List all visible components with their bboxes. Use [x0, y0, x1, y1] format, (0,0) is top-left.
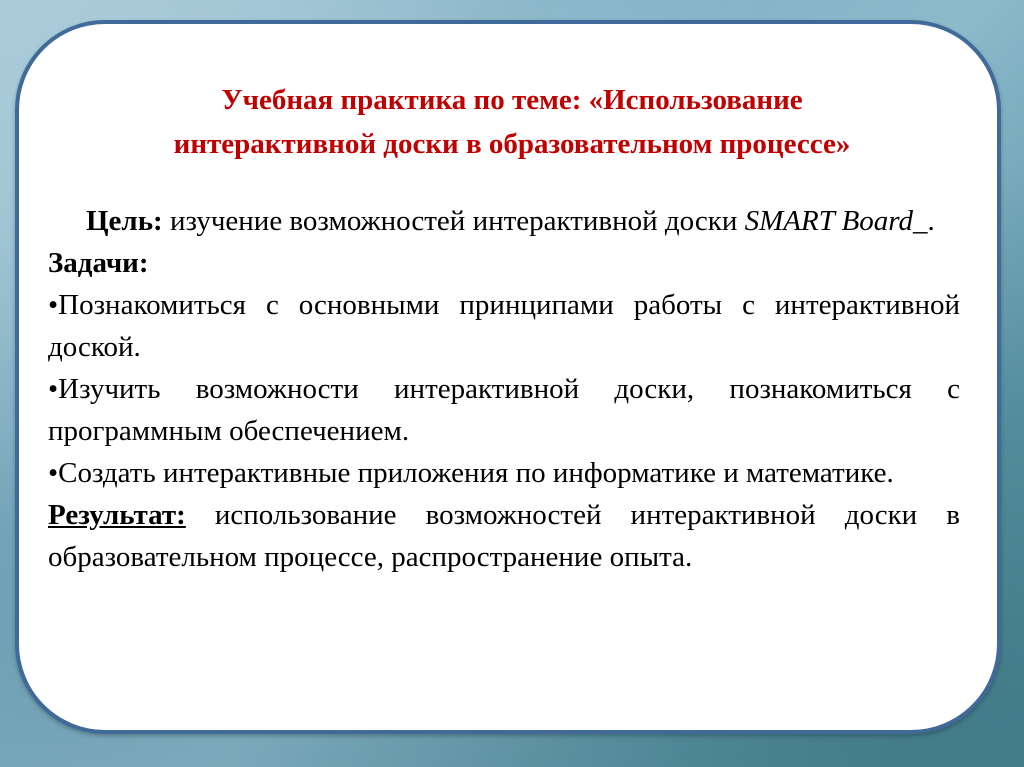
slide-title: Учебная практика по теме: «Использование… [60, 78, 964, 166]
goal-end: . [927, 205, 935, 237]
result-label: Результат: [48, 499, 186, 531]
bullet-icon: • [48, 457, 59, 489]
title-line-2: интерактивной доски в образовательном пр… [173, 128, 851, 160]
tasks-heading: Задачи: [48, 242, 960, 284]
task-item: •Изучить возможности интерактивной доски… [48, 368, 960, 452]
goal-paragraph: Цель: изучение возможностей интерактивно… [48, 200, 960, 242]
goal-label: Цель: [86, 205, 163, 237]
title-line-1: Учебная практика по теме: «Использование [221, 84, 803, 116]
tasks-label: Задачи: [48, 247, 149, 279]
bullet-icon: • [48, 289, 59, 321]
result-text: использование возможностей интерактивной… [48, 499, 960, 573]
task-item: •Познакомиться с основными принципами ра… [48, 284, 960, 368]
task-text: Познакомиться с основными принципами раб… [48, 289, 960, 363]
bullet-icon: • [48, 373, 59, 405]
goal-text: изучение возможностей интерактивной доск… [162, 205, 745, 237]
task-text: Создать интерактивные приложения по инфо… [58, 457, 894, 489]
result-paragraph: Результат: использование возможностей ин… [48, 494, 960, 578]
task-item: •Создать интерактивные приложения по инф… [48, 452, 960, 494]
goal-italic-text: SMART Board_ [744, 205, 928, 237]
task-text: Изучить возможности интерактивной доски,… [48, 373, 960, 447]
slide-body: Цель: изучение возможностей интерактивно… [48, 200, 960, 578]
